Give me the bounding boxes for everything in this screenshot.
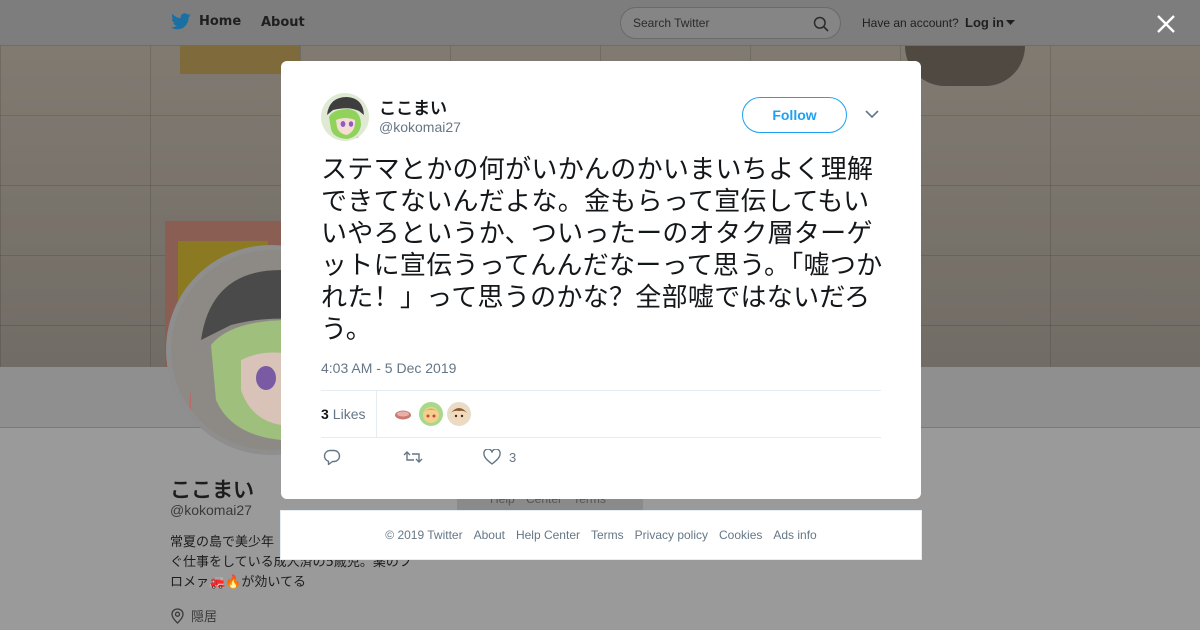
liker-avatar[interactable]: [419, 402, 443, 426]
profile-location-text: 隠居: [191, 610, 218, 625]
tweet-author-avatar[interactable]: [321, 93, 369, 141]
reply-icon: [323, 449, 341, 466]
profile-handle[interactable]: @kokomai27: [170, 502, 252, 518]
like-count: 3: [509, 449, 517, 465]
footer-link-privacy[interactable]: Privacy policy: [635, 528, 708, 542]
nav-about-link[interactable]: About: [261, 15, 305, 30]
search-icon[interactable]: [813, 16, 829, 32]
likes-stat[interactable]: 3 Likes: [321, 406, 365, 422]
tweet-text: ステマとかの何がいかんのかいまいちよく理解できてないんだよな。金もらって宣伝して…: [321, 155, 883, 345]
footer-links: © 2019 Twitter About Help Center Terms P…: [280, 510, 922, 560]
liker-avatar[interactable]: [447, 402, 471, 426]
search-box[interactable]: [620, 7, 841, 39]
footer-link-ads[interactable]: Ads info: [773, 528, 816, 542]
reply-action[interactable]: [323, 449, 341, 466]
stats-divider: [376, 391, 377, 438]
close-icon[interactable]: [1154, 12, 1178, 36]
twitter-bird-icon: [171, 13, 191, 30]
likers-avatars: [391, 402, 471, 426]
footer-copyright: © 2019 Twitter: [385, 528, 463, 542]
like-action[interactable]: 3: [483, 449, 516, 465]
top-navigation-bar: Home About Have an account? Log in: [0, 0, 1200, 46]
caret-down-icon: [1006, 19, 1015, 25]
profile-location: 隠居: [170, 606, 217, 625]
have-account-text: Have an account?: [862, 16, 959, 30]
author-avatar-image: [321, 93, 369, 141]
tweet-actions: 3: [323, 449, 623, 471]
tweet-timestamp[interactable]: 4:03 AM - 5 Dec 2019: [321, 360, 456, 376]
profile-name[interactable]: ここまい: [170, 474, 254, 504]
chevron-down-icon[interactable]: [865, 110, 879, 119]
follow-button[interactable]: Follow: [742, 97, 847, 133]
tweet-permalink-modal: ここまい @kokomai27 Follow ステマとかの何がいかんのかいまいち…: [281, 61, 921, 499]
footer-link-about[interactable]: About: [474, 528, 505, 542]
search-input[interactable]: [633, 14, 803, 32]
footer-link-terms[interactable]: Terms: [591, 528, 624, 542]
tweet-author-handle[interactable]: @kokomai27: [379, 119, 461, 135]
liker-avatar[interactable]: [391, 402, 415, 426]
location-pin-icon: [171, 607, 184, 624]
retweet-icon: [403, 451, 423, 463]
nav-home-label: Home: [199, 14, 242, 29]
login-label: Log in: [965, 15, 1004, 30]
retweet-action[interactable]: [403, 449, 423, 465]
likes-count: 3: [321, 406, 329, 422]
footer-link-help[interactable]: Help Center: [516, 528, 580, 542]
tweet-stats: 3 Likes: [321, 390, 881, 438]
profile-bio-line: ロメァ🚒🔥が効いてる: [170, 575, 306, 590]
login-dropdown[interactable]: Log in: [965, 15, 1015, 30]
likes-label: Likes: [332, 406, 366, 422]
tweet-author-name[interactable]: ここまい: [379, 94, 447, 119]
footer-link-cookies[interactable]: Cookies: [719, 528, 762, 542]
heart-icon: [483, 449, 501, 465]
nav-home-link[interactable]: Home: [171, 13, 241, 30]
